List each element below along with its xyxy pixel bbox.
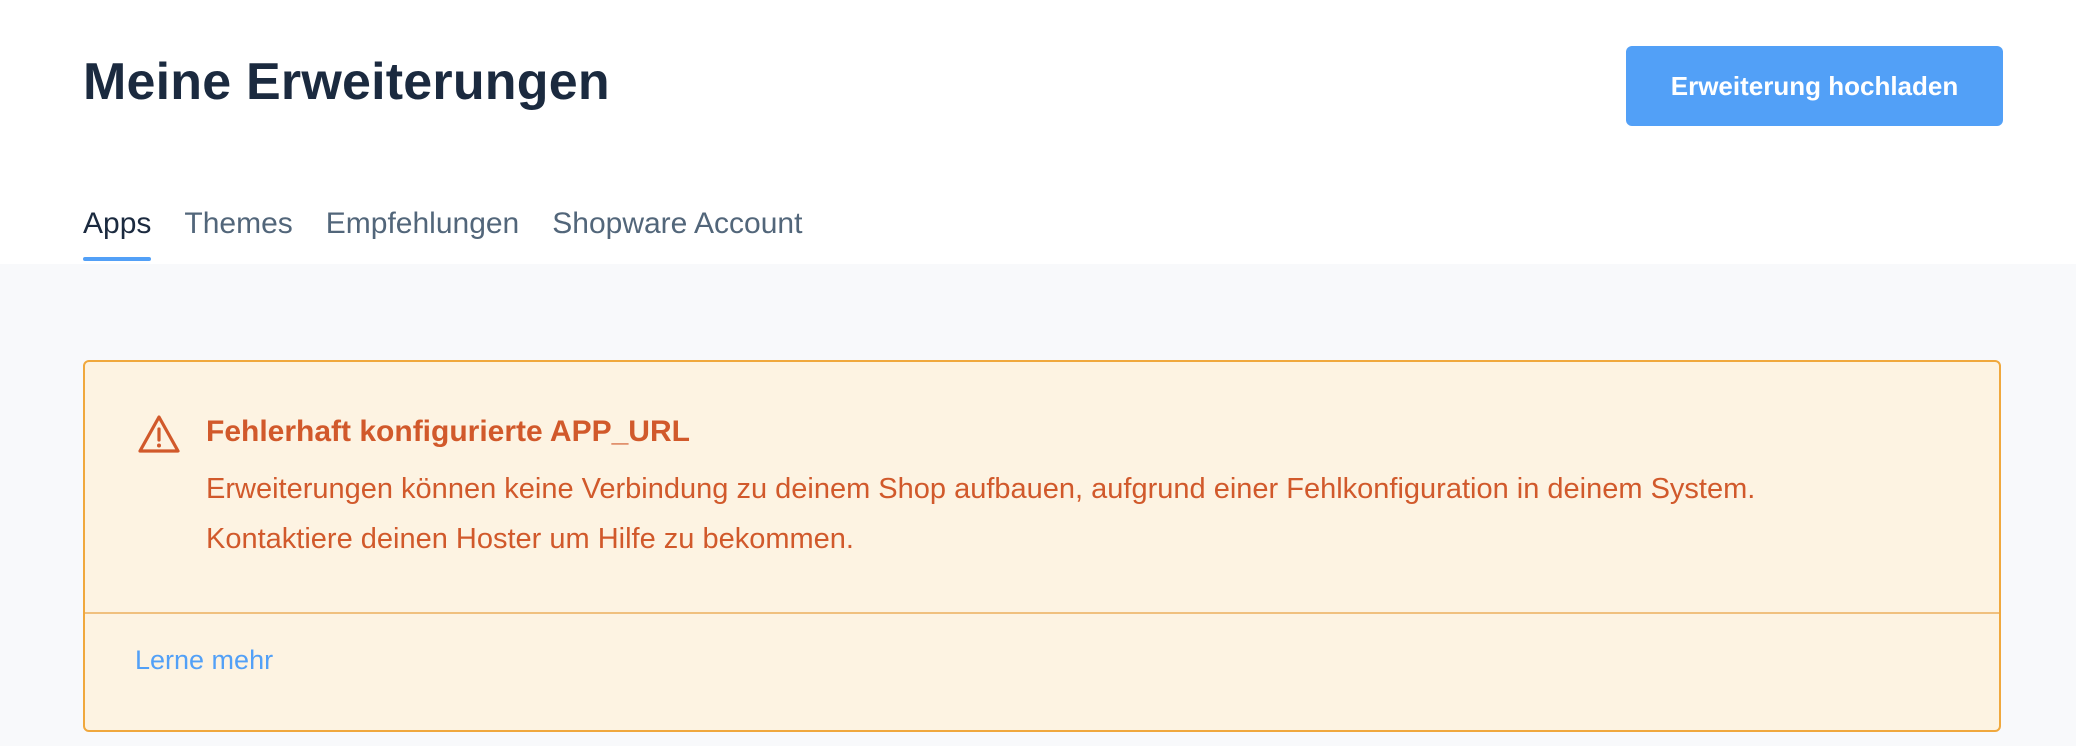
alert-divider — [85, 612, 1999, 614]
alert-message: Erweiterungen können keine Verbindung zu… — [206, 464, 1926, 564]
alert-message-line-1: Erweiterungen können keine Verbindung zu… — [206, 473, 1756, 505]
warning-triangle-icon — [137, 414, 181, 454]
app-url-warning-alert: Fehlerhaft konfigurierte APP_URL Erweite… — [83, 360, 2001, 732]
alert-message-line-2: Kontaktiere deinen Hoster um Hilfe zu be… — [206, 523, 854, 555]
page-title: Meine Erweiterungen — [83, 53, 610, 111]
tab-apps[interactable]: Apps — [83, 196, 152, 261]
tab-themes[interactable]: Themes — [184, 196, 292, 252]
upload-extension-button[interactable]: Erweiterung hochladen — [1626, 46, 2003, 126]
tab-shopware-account[interactable]: Shopware Account — [552, 196, 802, 252]
alert-title: Fehlerhaft konfigurierte APP_URL — [206, 415, 690, 448]
tab-recommendations[interactable]: Empfehlungen — [326, 196, 519, 252]
learn-more-link[interactable]: Lerne mehr — [135, 640, 273, 680]
extensions-page: Meine Erweiterungen Erweiterung hochlade… — [0, 0, 2076, 746]
main-content: Fehlerhaft konfigurierte APP_URL Erweite… — [0, 264, 2076, 746]
tab-bar: Apps Themes Empfehlungen Shopware Accoun… — [83, 196, 835, 264]
page-header: Meine Erweiterungen Erweiterung hochlade… — [0, 0, 2076, 264]
